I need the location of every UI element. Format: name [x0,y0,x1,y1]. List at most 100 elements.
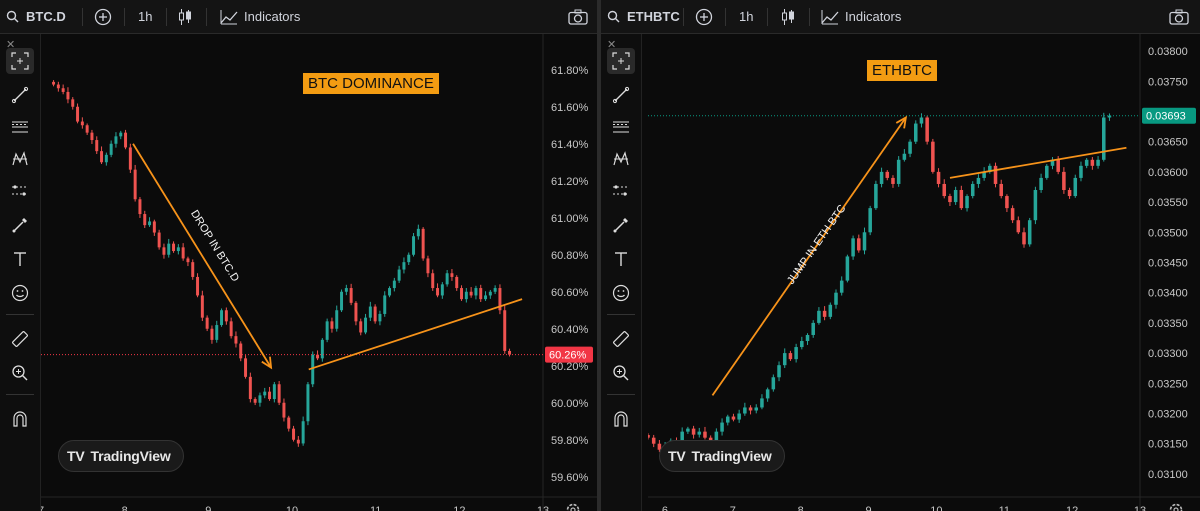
candle-body [450,273,454,277]
symbol-search-button[interactable]: BTC.D [6,0,66,33]
symbol-search-button[interactable]: ETHBTC [607,0,680,33]
candle-body [354,302,358,322]
candle-body [1056,159,1060,172]
candle-body [306,384,310,422]
y-tick-label: 61.60% [551,102,589,114]
annotation-title: BTC DOMINANCE [303,73,439,94]
indicators-icon [821,9,839,24]
zoom-tool[interactable] [607,360,635,386]
x-tick-label: 11 [999,505,1010,511]
y-tick-label: 61.20% [551,176,589,188]
candle-body [220,310,224,326]
candle-body [133,169,137,200]
candle-body [1033,190,1038,221]
text-icon [14,252,26,266]
candle-body [508,350,512,355]
emoji-tool[interactable] [6,280,34,306]
text-tool[interactable] [607,246,635,272]
candle-body [100,151,104,163]
add-circle-icon [94,8,112,25]
interval-button[interactable]: 1h [739,0,753,33]
crosshair-tool[interactable] [607,48,635,74]
candle-body [737,413,741,420]
compare-symbol-button[interactable] [94,0,112,33]
text-tool[interactable] [6,246,34,272]
prediction-tool[interactable] [607,178,635,204]
candle-body [965,196,969,209]
brush-tool[interactable] [6,212,34,238]
last-price-label: 60.26% [549,350,587,362]
pattern-tool[interactable] [607,146,635,172]
candle-body [919,117,924,124]
chart-style-button[interactable] [178,0,192,33]
chart-style-button[interactable] [781,0,795,33]
trend-line-tool[interactable] [607,82,635,108]
zoom-tool[interactable] [6,360,34,386]
tradingview-logo[interactable]: TV TradingView [659,440,785,472]
trend-line-tool[interactable] [6,82,34,108]
candle-body [648,435,650,438]
candle-body [383,295,387,314]
candle-body [720,422,724,432]
candle-body [272,384,276,400]
candle-body [421,228,425,259]
candle-body [325,321,329,340]
candle-body [392,280,396,289]
candle-body [138,199,142,215]
compare-symbol-button[interactable] [695,0,713,33]
candle-body [124,132,128,148]
prediction-tool[interactable] [6,178,34,204]
candle-body [839,280,844,293]
measure-tool[interactable] [607,326,635,352]
candle-body [431,273,435,289]
snapshot-button[interactable] [1169,0,1189,33]
candle-body [229,321,233,337]
x-tick-label: 12 [1066,505,1078,511]
candle-body [344,288,348,292]
candle-body [1039,177,1043,190]
fib-tool[interactable] [607,114,635,140]
x-tick-label: 13 [537,505,549,511]
candle-body [61,88,65,92]
candle-body [248,376,252,400]
pattern-tool[interactable] [6,146,34,172]
candle-body [80,121,84,126]
candle-body [765,389,770,399]
x-tick-label: 11 [370,505,381,511]
interval-button[interactable]: 1h [138,0,152,33]
indicators-button[interactable]: Indicators [821,0,901,33]
chart-top-toolbar: BTC.D 1h Indicators [0,0,597,34]
candle-body [942,183,947,197]
candle-body [931,141,935,172]
candle-body [948,196,952,203]
candle-body [1027,220,1032,245]
brush-tool[interactable] [607,212,635,238]
measure-tool[interactable] [6,326,34,352]
candle-body [234,336,238,344]
candle-body [754,407,759,411]
magnet-tool[interactable] [607,406,635,432]
forecast-icon [613,185,629,196]
crosshair-icon [612,52,630,70]
magnet-tool[interactable] [6,406,34,432]
candle-body [157,232,161,248]
candle-body [445,273,449,285]
x-tick-label: 12 [453,505,465,511]
x-tick-label: 8 [798,505,804,511]
candle-body [959,190,964,209]
tradingview-logo[interactable]: TV TradingView [58,440,184,472]
candle-body [268,391,272,400]
candle-body [1084,159,1089,166]
emoji-tool[interactable] [607,280,635,306]
candle-body [378,313,382,322]
candle-body [868,208,872,233]
snapshot-button[interactable] [568,0,588,33]
candle-body [697,431,702,435]
symbol-label: BTC.D [26,9,66,24]
y-tick-label: 60.60% [551,287,589,299]
indicators-button[interactable]: Indicators [220,0,300,33]
x-tick-label: 8 [122,505,128,511]
crosshair-tool[interactable] [6,48,34,74]
fib-tool[interactable] [6,114,34,140]
candle-body [976,177,981,184]
